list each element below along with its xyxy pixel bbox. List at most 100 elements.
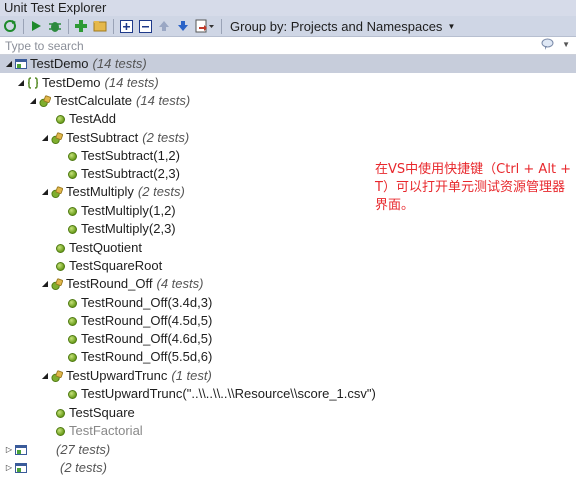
expanded-arrow-icon[interactable]: ◢ (27, 95, 39, 107)
tree-row-test[interactable]: TestSubtract(2,3) (0, 165, 180, 183)
window-title: Unit Test Explorer (0, 0, 576, 16)
test-passed-icon (54, 260, 66, 272)
test-label: TestFactorial (69, 423, 143, 438)
search-input[interactable] (0, 37, 530, 55)
method-group-label: TestRound_Off (66, 276, 153, 291)
project-label: TestDemo (30, 56, 89, 71)
tree-row-test[interactable]: TestRound_Off(4.6d,5) (0, 330, 212, 348)
test-group-icon (51, 131, 63, 144)
tree-row-test[interactable]: TestRound_Off(3.4d,3) (0, 294, 212, 312)
folder-icon[interactable] (92, 18, 108, 34)
test-label: TestAdd (69, 111, 116, 126)
namespace-label: TestDemo (42, 75, 101, 90)
project-count: (14 tests) (92, 56, 147, 71)
expanded-arrow-icon[interactable]: ◢ (3, 58, 15, 70)
tree-row-test[interactable]: TestAdd (0, 110, 116, 128)
filter-icon[interactable] (541, 38, 554, 56)
refresh-icon[interactable] (2, 18, 18, 34)
debug-icon[interactable] (47, 18, 63, 34)
test-label: TestSubtract(1,2) (81, 148, 180, 163)
expanded-arrow-icon[interactable]: ◢ (39, 370, 51, 382)
tree-row-test[interactable]: TestMultiply(1,2) (0, 202, 176, 220)
test-label: TestQuotient (69, 240, 142, 255)
tree-row-namespace[interactable]: ◢ TestDemo (14 tests) (0, 74, 159, 92)
project-icon (15, 444, 27, 456)
expanded-arrow-icon[interactable]: ◢ (39, 186, 51, 198)
test-group-icon (51, 369, 63, 382)
tree-row-test[interactable]: TestSubtract(1,2) (0, 147, 180, 165)
test-group-icon (51, 277, 63, 290)
test-label: TestUpwardTrunc("..\\..\\..\\Resource\\s… (81, 386, 376, 401)
test-group-icon (39, 94, 51, 107)
method-group-count: (2 tests) (142, 130, 190, 145)
test-passed-icon (66, 351, 78, 363)
tree-row-test[interactable]: TestUpwardTrunc("..\\..\\..\\Resource\\s… (0, 385, 376, 403)
class-label: TestCalculate (54, 93, 133, 108)
toolbar-separator (113, 18, 114, 34)
arrow-up-icon[interactable] (156, 18, 172, 34)
collapse-all-icon[interactable] (137, 18, 153, 34)
test-label: TestMultiply(2,3) (81, 221, 176, 236)
test-label: TestMultiply(1,2) (81, 203, 176, 218)
arrow-down-icon[interactable] (175, 18, 191, 34)
group-by-dropdown[interactable]: Group by: Projects and Namespaces ▼ (230, 19, 455, 34)
namespace-icon (27, 77, 39, 89)
test-label: TestRound_Off(3.4d,3) (81, 295, 213, 310)
method-group-label: TestMultiply (66, 184, 134, 199)
toolbar-separator (221, 18, 222, 34)
test-passed-icon (66, 315, 78, 327)
project-count: (2 tests) (60, 460, 107, 475)
project-count: (27 tests) (56, 442, 111, 457)
tree-row-project[interactable]: ▷ (27 tests) (0, 441, 110, 459)
tree-row-test[interactable]: TestRound_Off(5.5d,6) (0, 348, 212, 366)
test-passed-icon (66, 297, 78, 309)
tree-row-method-group[interactable]: ◢ TestUpwardTrunc (1 test) (0, 367, 212, 385)
tree-row-test[interactable]: TestQuotient (0, 239, 142, 257)
test-passed-icon (54, 242, 66, 254)
tree-row-project[interactable]: ◢ TestDemo (14 tests) (0, 55, 576, 73)
expanded-arrow-icon[interactable]: ◢ (39, 278, 51, 290)
test-passed-icon (66, 223, 78, 235)
dropdown-icon[interactable]: ▼ (562, 38, 570, 56)
project-icon (15, 462, 27, 474)
method-group-label: TestSubtract (66, 130, 139, 145)
run-icon[interactable] (28, 18, 44, 34)
test-passed-icon (66, 333, 78, 345)
collapsed-arrow-icon[interactable]: ▷ (3, 444, 15, 456)
test-label: TestRound_Off(5.5d,6) (81, 349, 213, 364)
tree-row-test[interactable]: TestRound_Off(4.5d,5) (0, 312, 212, 330)
tree-row-method-group[interactable]: ◢ TestRound_Off (4 tests) (0, 275, 204, 293)
tree-row-test[interactable]: TestSquareRoot (0, 257, 162, 275)
method-group-count: (1 test) (171, 368, 212, 383)
expanded-arrow-icon[interactable]: ◢ (39, 132, 51, 144)
method-group-count: (2 tests) (137, 184, 185, 199)
class-count: (14 tests) (136, 93, 191, 108)
expanded-arrow-icon[interactable]: ◢ (15, 77, 27, 89)
shortcut-annotation: 在VS中使用快捷键（Ctrl + Alt + T）可以打开单元测试资源管理器界面… (375, 162, 572, 213)
test-label: TestSubtract(2,3) (81, 166, 180, 181)
toolbar-separator (23, 18, 24, 34)
namespace-count: (14 tests) (104, 75, 159, 90)
tree-row-method-group[interactable]: ◢ TestMultiply (2 tests) (0, 183, 185, 201)
test-label: TestRound_Off(4.5d,5) (81, 313, 213, 328)
add-session-icon[interactable] (73, 18, 89, 34)
test-passed-icon (54, 407, 66, 419)
test-label: TestRound_Off(4.6d,5) (81, 331, 213, 346)
tree-row-method-group[interactable]: ◢ TestSubtract (2 tests) (0, 129, 189, 147)
expand-all-icon[interactable] (118, 18, 134, 34)
tree-row-test[interactable]: TestMultiply(2,3) (0, 220, 176, 238)
tree-row-class[interactable]: ◢ TestCalculate (14 tests) (0, 92, 190, 110)
group-by-label: Group by: Projects and Namespaces (230, 18, 443, 34)
test-passed-icon (54, 425, 66, 437)
project-icon (15, 58, 27, 70)
tree-row-project[interactable]: ▷ (2 tests) (0, 459, 107, 477)
test-label: TestSquare (69, 405, 135, 420)
toolbar: Group by: Projects and Namespaces ▼ (0, 16, 576, 37)
search-bar: ▼ (0, 37, 576, 55)
test-passed-icon (54, 113, 66, 125)
tree-row-test[interactable]: TestSquare (0, 404, 135, 422)
tree-row-test[interactable]: TestFactorial (0, 422, 143, 440)
method-group-label: TestUpwardTrunc (66, 368, 168, 383)
collapsed-arrow-icon[interactable]: ▷ (3, 462, 15, 474)
export-icon[interactable] (194, 18, 216, 34)
